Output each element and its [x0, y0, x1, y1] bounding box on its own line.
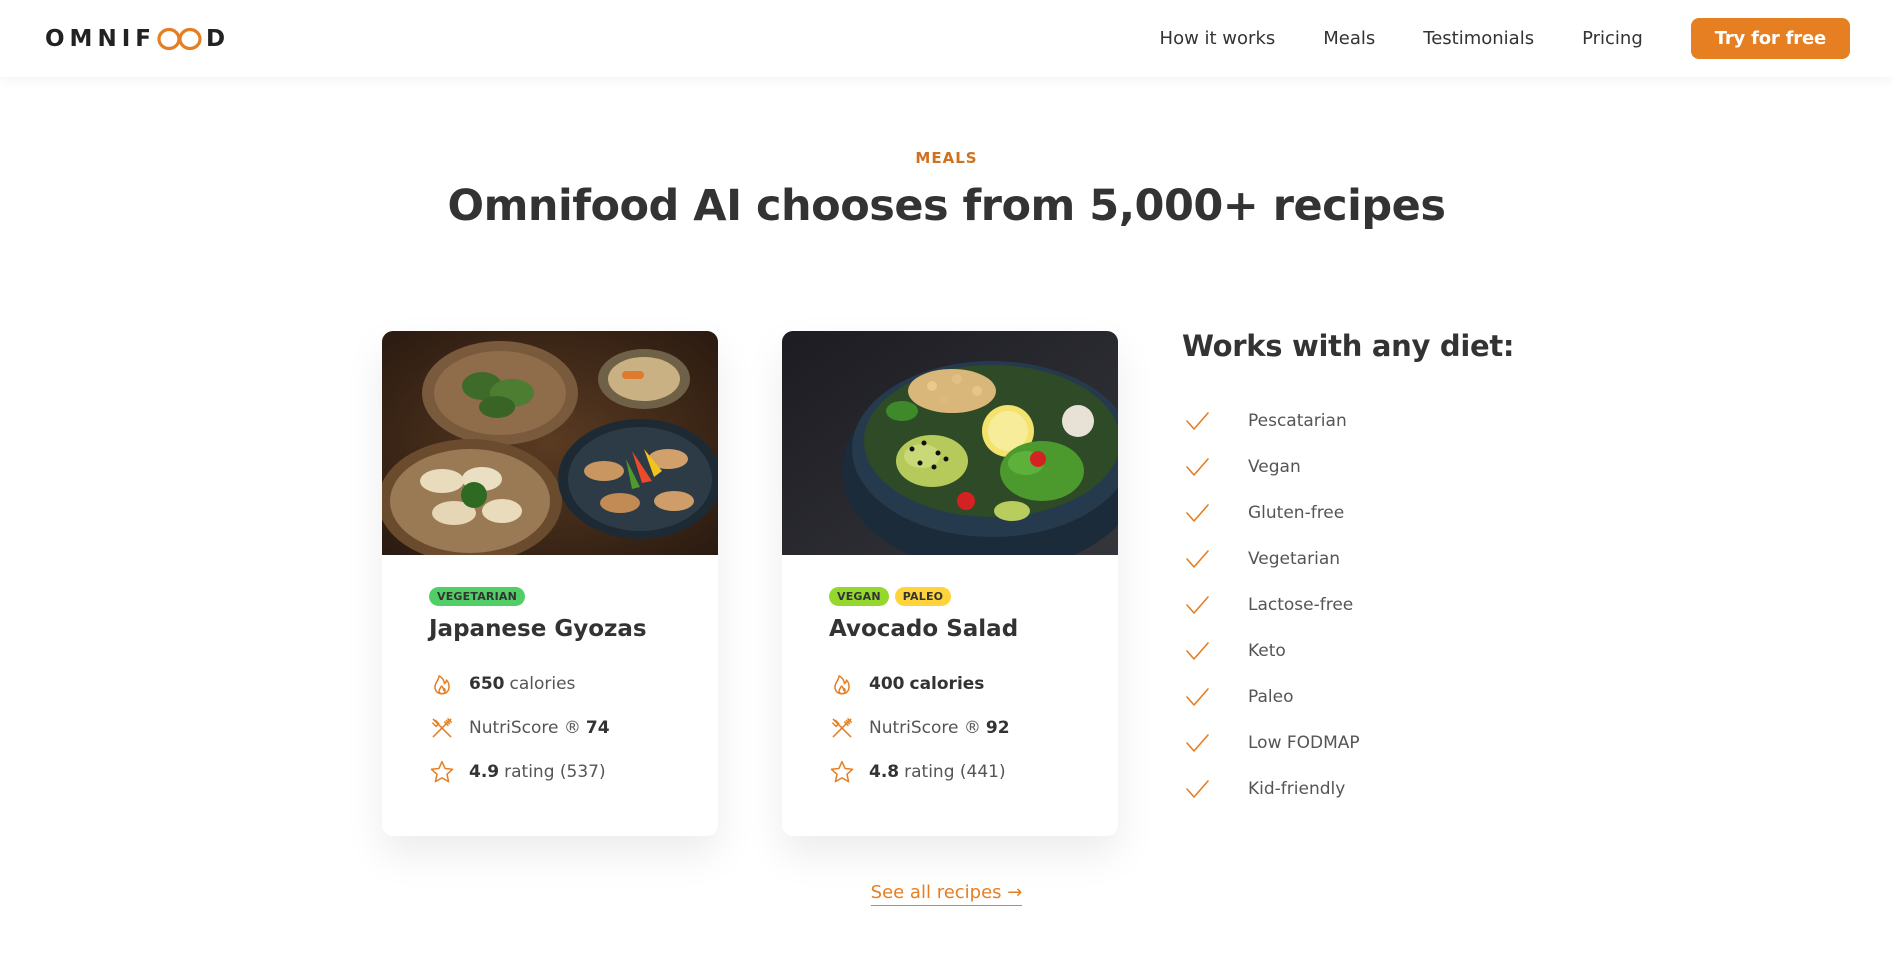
rating-value: 4.9 [469, 761, 500, 782]
logo[interactable]: OMNIF D [45, 26, 230, 52]
meal-image-avocado-salad [782, 331, 1118, 555]
tag-vegetarian: VEGETARIAN [429, 587, 526, 606]
meal-rating: 4.9 rating (537) [429, 758, 671, 785]
meal-tags: VEGAN PALEO [829, 587, 1071, 606]
check-icon [1186, 780, 1209, 798]
meal-card-content: VEGAN PALEO Avocado Salad 400 calories N… [782, 555, 1118, 785]
meal-tags: VEGETARIAN [429, 587, 671, 606]
logo-text-left: OMNIF [45, 25, 156, 52]
check-icon [1186, 550, 1209, 568]
rating-label: rating (441) [904, 761, 1006, 782]
diet-item: Lactose-free [1182, 582, 1360, 628]
main-nav: How it works Meals Testimonials Pricing … [1112, 18, 1850, 59]
check-icon [1186, 504, 1209, 522]
diet-item-label: Pescatarian [1248, 411, 1347, 431]
tag-paleo: PALEO [894, 587, 952, 606]
flame-icon [834, 674, 850, 695]
diet-item-label: Gluten-free [1248, 503, 1345, 523]
meal-card[interactable]: VEGETARIAN Japanese Gyozas 650 calories … [382, 331, 718, 836]
nav-link-testimonials[interactable]: Testimonials [1423, 28, 1534, 49]
meal-calories: 400 calories [829, 670, 1071, 697]
diet-item-label: Paleo [1248, 687, 1294, 707]
flame-icon [434, 674, 450, 695]
nutriscore-label: NutriScore ® [469, 717, 581, 738]
meal-nutriscore: NutriScore ® 92 [829, 714, 1071, 741]
section-heading: Omnifood AI chooses from 5,000+ recipes [447, 181, 1446, 231]
diet-item-label: Low FODMAP [1248, 733, 1360, 753]
nav-link-pricing[interactable]: Pricing [1582, 28, 1643, 49]
meal-title: Avocado Salad [829, 616, 1019, 642]
diet-item: Paleo [1182, 674, 1360, 720]
see-all-wrapper: See all recipes → [0, 882, 1893, 906]
check-icon [1186, 642, 1209, 660]
check-icon [1186, 458, 1209, 476]
nav-link-how-it-works[interactable]: How it works [1160, 28, 1276, 49]
diet-list: Pescatarian Vegan Gluten-free Vegetarian… [1182, 398, 1360, 812]
nutriscore-value: 92 [985, 717, 1010, 738]
nav-link-meals[interactable]: Meals [1323, 28, 1375, 49]
check-icon [1186, 412, 1209, 430]
meal-title: Japanese Gyozas [429, 616, 647, 642]
logo-text-right: D [205, 25, 231, 52]
see-all-recipes-link[interactable]: See all recipes → [870, 882, 1023, 906]
star-icon [830, 760, 854, 782]
meal-rating: 4.8 rating (441) [829, 758, 1071, 785]
check-icon [1186, 688, 1209, 706]
check-icon [1186, 734, 1209, 752]
star-icon [430, 760, 454, 782]
meal-nutriscore: NutriScore ® 74 [429, 714, 671, 741]
meal-calories: 650 calories [429, 670, 671, 697]
calories-label: calories [509, 673, 576, 694]
tag-vegan: VEGAN [829, 587, 889, 606]
utensils-icon [832, 717, 852, 737]
diet-item: Keto [1182, 628, 1360, 674]
diet-item: Pescatarian [1182, 398, 1360, 444]
diet-item: Low FODMAP [1182, 720, 1360, 766]
diet-item-label: Kid-friendly [1248, 779, 1346, 799]
section-subheading: MEALS [915, 149, 978, 167]
calories-value: 400 [869, 673, 905, 694]
rating-value: 4.8 [869, 761, 900, 782]
meal-image-gyozas [382, 331, 718, 555]
calories-label: calories [909, 673, 985, 694]
diet-item-label: Lactose-free [1248, 595, 1354, 615]
meal-card[interactable]: VEGAN PALEO Avocado Salad 400 calories N… [782, 331, 1118, 836]
meal-card-content: VEGETARIAN Japanese Gyozas 650 calories … [382, 555, 718, 785]
rating-label: rating (537) [504, 761, 606, 782]
nutriscore-value: 74 [585, 717, 610, 738]
calories-value: 650 [469, 673, 505, 694]
diet-item-label: Keto [1248, 641, 1286, 661]
nutriscore-label: NutriScore ® [869, 717, 981, 738]
diet-item: Kid-friendly [1182, 766, 1360, 812]
diet-item-label: Vegan [1248, 457, 1301, 477]
diet-item-label: Vegetarian [1248, 549, 1341, 569]
try-for-free-button[interactable]: Try for free [1690, 18, 1850, 59]
diet-item: Gluten-free [1182, 490, 1360, 536]
diet-item: Vegetarian [1182, 536, 1360, 582]
diet-list-title: Works with any diet: [1182, 329, 1515, 363]
site-header: OMNIF D How it works Meals Testimonials … [0, 0, 1893, 77]
logo-infinity-icon [157, 27, 202, 50]
check-icon [1186, 596, 1209, 614]
utensils-icon [432, 717, 452, 737]
diet-item: Vegan [1182, 444, 1360, 490]
